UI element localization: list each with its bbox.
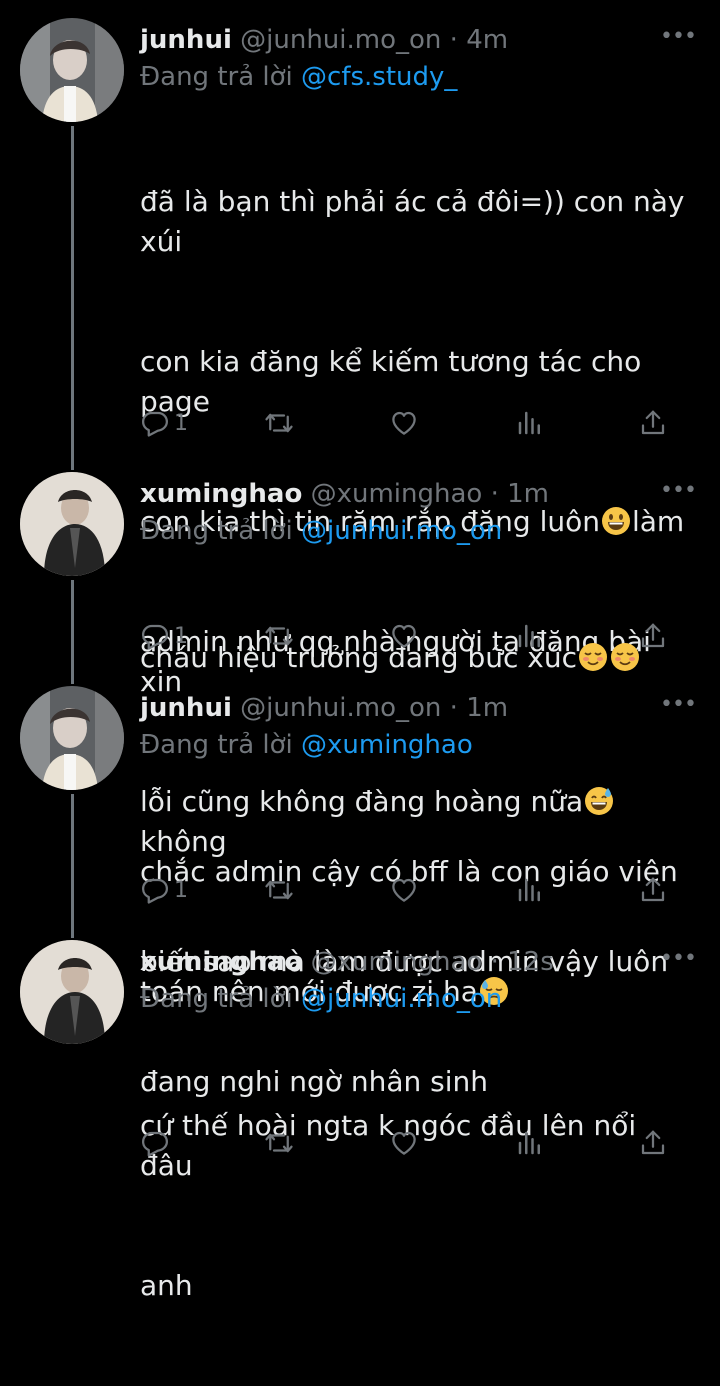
views-button[interactable] [515,1123,545,1163]
reply-button[interactable]: 1 [140,870,188,910]
views-button[interactable] [515,403,545,443]
replying-to-prefix: Đang trả lời [140,984,293,1014]
views-icon [515,875,545,905]
replying-to-prefix: Đang trả lời [140,730,293,760]
avatar[interactable] [20,18,124,122]
more-options-icon[interactable]: ••• [660,688,697,728]
like-button[interactable] [389,1123,419,1163]
replying-to: Đang trả lời @xuminghao [140,728,690,762]
tweet-header: xuminghao @xuminghao · 12s ••• [140,942,697,982]
reply-icon [140,1128,170,1158]
reply-count: 1 [174,623,188,649]
like-icon [389,875,419,905]
like-button[interactable] [389,616,419,656]
user-handle[interactable]: @xuminghao [311,947,483,977]
tweet-header: xuminghao @xuminghao · 1m ••• [140,474,697,514]
tweet-actions: 1 [140,870,670,910]
avatar[interactable] [20,686,124,790]
tweet-header: junhui @junhui.mo_on · 1m ••• [140,688,697,728]
tweet-text: cứ thế hoài ngta k ngóc đầu lên nổi đâu … [140,1026,690,1386]
like-icon [389,621,419,651]
share-icon [638,408,668,438]
replying-to-handle[interactable]: @junhui.mo_on [301,984,502,1014]
replying-to: Đang trả lời @junhui.mo_on [140,982,690,1016]
thread-line [71,580,74,684]
retweet-button[interactable] [264,870,294,910]
tweet-actions: 1 [140,616,670,656]
reply-button[interactable]: 1 [140,616,188,656]
replying-to-prefix: Đang trả lời [140,516,293,546]
share-button[interactable] [638,403,668,443]
views-button[interactable] [515,616,545,656]
thread-line [71,126,74,470]
separator-dot: · [449,693,458,723]
user-handle[interactable]: @xuminghao [311,479,483,509]
separator-dot: · [449,25,458,55]
share-button[interactable] [638,1123,668,1163]
retweet-icon [264,408,294,438]
retweet-button[interactable] [264,403,294,443]
timestamp[interactable]: 1m [507,479,549,509]
views-button[interactable] [515,870,545,910]
timestamp[interactable]: 12s [507,947,554,977]
reply-count: 1 [174,410,188,436]
display-name[interactable]: junhui [140,693,232,723]
share-icon [638,875,668,905]
replying-to: Đang trả lời @junhui.mo_on [140,514,690,548]
retweet-icon [264,875,294,905]
views-icon [515,621,545,651]
tweet-actions: 1 [140,403,670,443]
more-options-icon[interactable]: ••• [660,20,697,60]
share-icon [638,1128,668,1158]
reply-button[interactable] [140,1123,174,1163]
replying-to-handle[interactable]: @cfs.study_ [301,62,457,92]
reply-icon [140,875,170,905]
reply-button[interactable]: 1 [140,403,188,443]
display-name[interactable]: xuminghao [140,479,302,509]
more-options-icon[interactable]: ••• [660,942,697,982]
reply-icon [140,408,170,438]
share-button[interactable] [638,870,668,910]
separator-dot: · [490,479,499,509]
more-options-icon[interactable]: ••• [660,474,697,514]
like-icon [389,1128,419,1158]
avatar[interactable] [20,940,124,1044]
timestamp[interactable]: 1m [466,693,508,723]
share-icon [638,621,668,651]
text-line: đã là bạn thì phải ác cả đôi=)) con này … [140,185,694,258]
replying-to: Đang trả lời @cfs.study_ [140,60,690,94]
reply-count: 1 [174,877,188,903]
retweet-button[interactable] [264,1123,294,1163]
text-line: anh [140,1269,193,1302]
replying-to-handle[interactable]: @junhui.mo_on [301,516,502,546]
separator-dot: · [490,947,499,977]
display-name[interactable]: xuminghao [140,947,302,977]
tweet-actions [140,1123,670,1163]
share-button[interactable] [638,616,668,656]
avatar[interactable] [20,472,124,576]
replying-to-prefix: Đang trả lời [140,62,293,92]
user-handle[interactable]: @junhui.mo_on [240,25,441,55]
user-handle[interactable]: @junhui.mo_on [240,693,441,723]
reply-icon [140,621,170,651]
views-icon [515,408,545,438]
like-button[interactable] [389,403,419,443]
tweet-header: junhui @junhui.mo_on · 4m ••• [140,20,697,60]
timestamp[interactable]: 4m [466,25,508,55]
like-icon [389,408,419,438]
like-button[interactable] [389,870,419,910]
retweet-icon [264,621,294,651]
thread-line [71,794,74,938]
display-name[interactable]: junhui [140,25,232,55]
retweet-icon [264,1128,294,1158]
replying-to-handle[interactable]: @xuminghao [301,730,473,760]
retweet-button[interactable] [264,616,294,656]
views-icon [515,1128,545,1158]
